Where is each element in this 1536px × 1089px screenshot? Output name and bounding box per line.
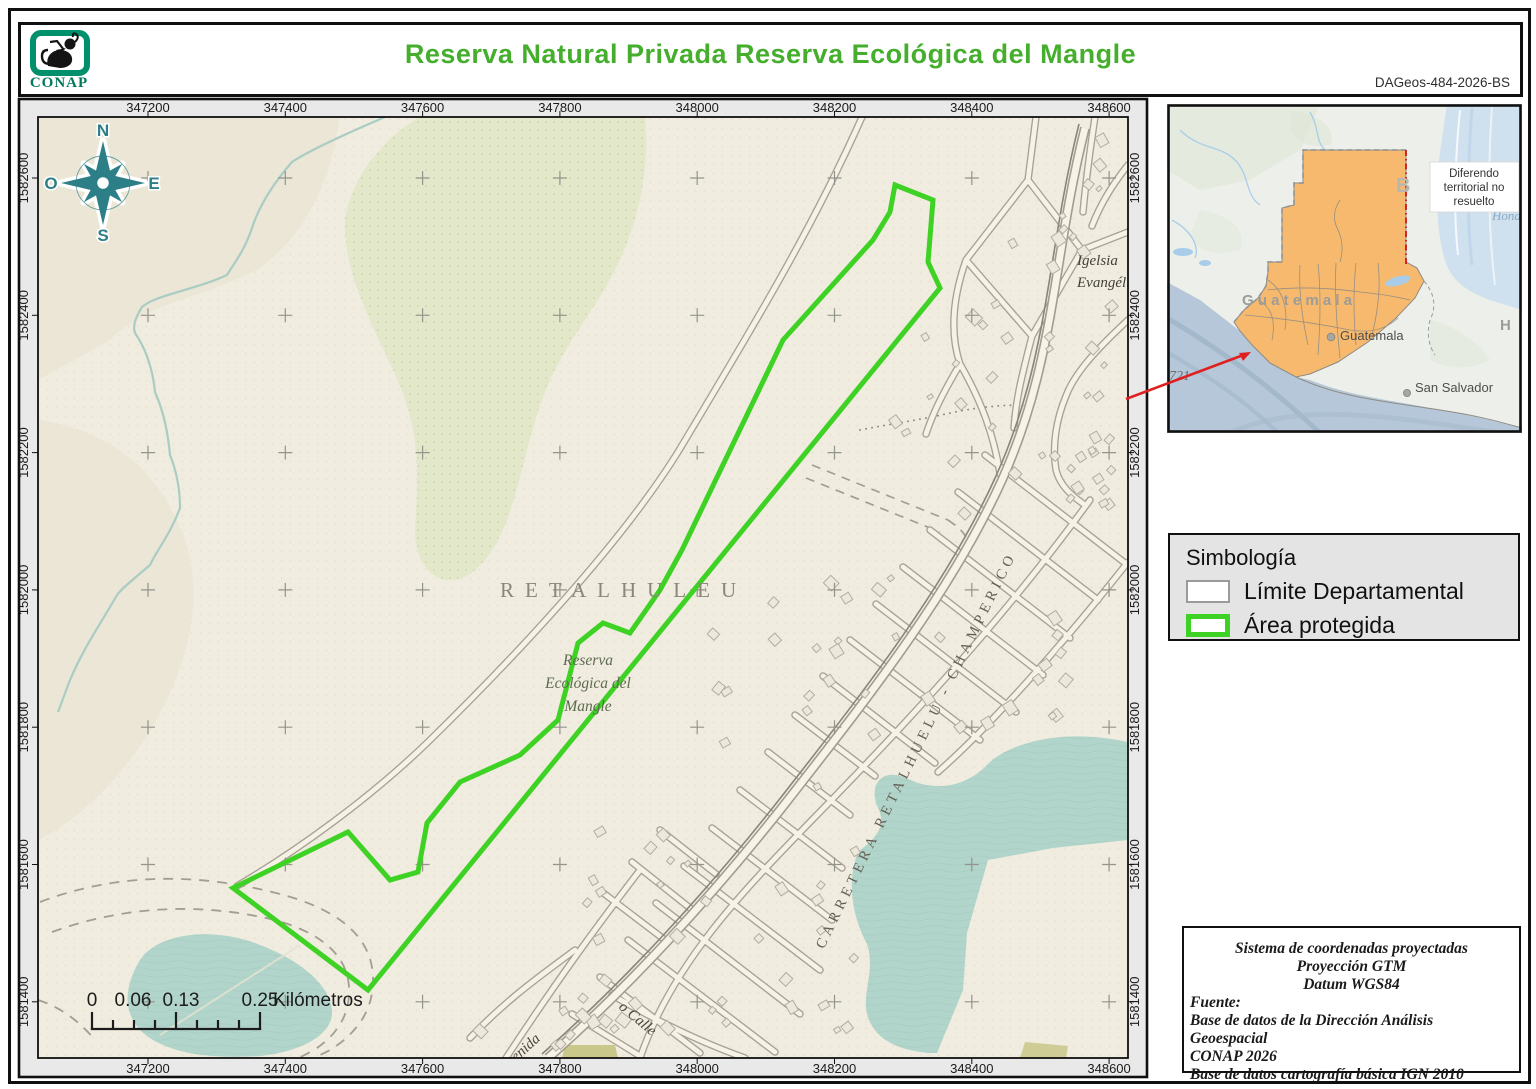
svg-text:1582400: 1582400 [16, 290, 31, 341]
ref-721-label: 721 [1169, 369, 1190, 384]
legend-item-label: Área protegida [1244, 612, 1395, 639]
belize-label: B [1396, 175, 1410, 197]
dispute-note: Diferendo territorial no resuelto [1430, 162, 1519, 212]
svg-text:territorial no: territorial no [1444, 182, 1505, 194]
source-line: Base de datos cartografía básica IGN 201… [1190, 1066, 1513, 1084]
departmental-swatch [1186, 580, 1230, 603]
svg-text:1582600: 1582600 [16, 153, 31, 204]
map-canvas[interactable]: RETALHULEU Reserva Ecológica del Mangle … [38, 117, 1130, 1076]
compass-e: E [148, 174, 159, 193]
svg-text:1582200: 1582200 [16, 427, 31, 478]
san-salvador-dot [1404, 390, 1411, 397]
source-line: Base de datos de la Dirección Análisis G… [1190, 1012, 1513, 1048]
svg-text:0: 0 [87, 990, 98, 1011]
inset-map[interactable]: B Gu Hond G u a t e m a l a Guatemala Sa… [1167, 104, 1522, 433]
legend-item-label: Límite Departamental [1244, 578, 1464, 605]
honduras-label: H o [1500, 317, 1522, 334]
svg-text:Reserva: Reserva [562, 652, 613, 669]
legend-item-departmental[interactable]: Límite Departamental [1186, 578, 1518, 605]
svg-text:Ecológica del: Ecológica del [544, 675, 631, 692]
svg-text:Mangle: Mangle [563, 698, 611, 715]
legend-box: Simbología Límite Departamental Área pro… [1168, 533, 1520, 641]
department-label: RETALHULEU [500, 578, 747, 602]
compass-s: S [97, 226, 108, 245]
svg-text:Diferendo: Diferendo [1449, 168, 1499, 180]
compass-o: O [44, 174, 57, 193]
compass-n: N [97, 121, 109, 140]
svg-text:Evangéli: Evangéli [1076, 275, 1130, 291]
credits-box: Sistema de coordenadas proyectadas Proye… [1182, 926, 1521, 1073]
svg-text:1581600: 1581600 [16, 839, 31, 890]
projection-line: Datum WGS84 [1184, 976, 1519, 994]
svg-text:0.13: 0.13 [163, 990, 200, 1011]
header-bar: CONAP Reserva Natural Privada Reserva Ec… [18, 22, 1523, 97]
country-label: G u a t e m a l a [1242, 292, 1353, 309]
svg-text:Kilómetros: Kilómetros [273, 990, 363, 1011]
source-label: Fuente: [1190, 994, 1513, 1012]
page-title: Reserva Natural Privada Reserva Ecológic… [21, 39, 1520, 70]
svg-text:Igelsia: Igelsia [1076, 253, 1118, 269]
source-line: CONAP 2026 [1190, 1048, 1513, 1066]
legend-title: Simbología [1186, 545, 1518, 571]
svg-text:1582000: 1582000 [16, 565, 31, 616]
capital-label: Guatemala [1340, 328, 1404, 343]
san-salvador-label: San Salvador [1415, 380, 1494, 395]
conap-logo-text: CONAP [25, 75, 93, 92]
svg-text:0.06: 0.06 [115, 990, 152, 1011]
projection-line: Proyección GTM [1184, 958, 1519, 976]
capital-city-dot [1327, 333, 1335, 341]
protected-swatch [1186, 614, 1230, 637]
svg-text:1581800: 1581800 [16, 702, 31, 753]
map-reference-code: DAGeos-484-2026-BS [1375, 75, 1510, 90]
svg-text:resuelto: resuelto [1454, 196, 1495, 208]
projection-line: Sistema de coordenadas proyectadas [1184, 940, 1519, 958]
legend-item-protected[interactable]: Área protegida [1186, 612, 1518, 639]
svg-text:1581400: 1581400 [16, 976, 31, 1027]
